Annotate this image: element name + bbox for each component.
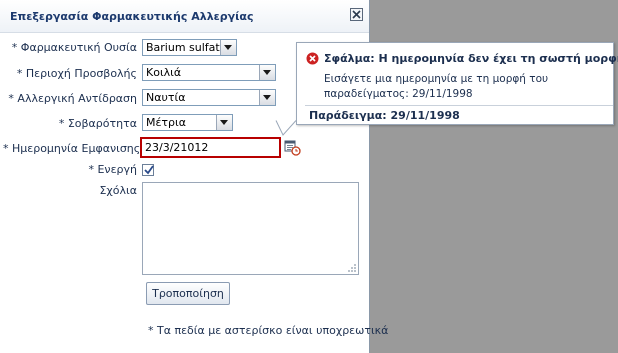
dialog-title: Επεξεργασία Φαρμακευτικής Αλλεργίας <box>10 10 254 23</box>
chevron-down-icon <box>263 70 271 75</box>
error-example: Παράδειγμα: 29/11/1998 <box>309 109 460 122</box>
chevron-down-icon <box>224 45 232 50</box>
error-message: Εισάγετε μια ημερομηνία με τη μορφή του … <box>324 73 549 100</box>
area-label: * Περιοχή Προσβολής <box>16 67 137 80</box>
error-icon <box>306 52 319 65</box>
comments-textarea[interactable] <box>142 182 359 275</box>
severity-value: Μέτρια <box>146 116 187 129</box>
close-icon <box>352 10 361 19</box>
onset-date-value: 23/3/21012 <box>145 141 209 154</box>
dialog-header: Επεξεργασία Φαρμακευτικής Αλλεργίας <box>0 0 369 33</box>
close-button[interactable] <box>350 8 363 21</box>
severity-label: * Σοβαρότητα <box>58 117 137 130</box>
calendar-clock-icon <box>284 140 301 156</box>
popup-pointer <box>275 120 297 136</box>
checkmark-icon <box>144 165 154 175</box>
chevron-down-icon <box>220 120 228 125</box>
modify-button[interactable]: Τροποποίηση <box>146 282 230 305</box>
reaction-label: * Αλλεργική Αντίδραση <box>8 92 137 105</box>
chevron-down-icon <box>263 95 271 100</box>
resize-grip-icon[interactable] <box>347 263 356 272</box>
area-select[interactable]: Κοιλιά <box>142 64 276 81</box>
substance-label: * Φαρμακευτική Ουσία <box>11 41 137 54</box>
active-label: * Ενεργή <box>88 163 137 176</box>
substance-dropdown-button[interactable] <box>220 40 236 55</box>
reaction-dropdown-button[interactable] <box>259 90 275 105</box>
comments-label: Σχόλια <box>99 184 137 197</box>
active-checkbox[interactable] <box>142 164 154 176</box>
area-dropdown-button[interactable] <box>259 65 275 80</box>
substance-select[interactable]: Barium sulfate <box>142 39 237 56</box>
divider <box>305 105 613 106</box>
reaction-value: Ναυτία <box>146 91 186 104</box>
required-fields-note: * Τα πεδία με αστερίσκο είναι υποχρεωτικ… <box>148 324 389 337</box>
onset-date-label: * Ημερομηνία Εμφανισης <box>3 142 141 155</box>
error-title: Σφάλμα: Η ημερομηνία δεν έχει τη σωστή μ… <box>324 52 618 65</box>
severity-select[interactable]: Μέτρια <box>142 114 233 131</box>
severity-dropdown-button[interactable] <box>216 115 232 130</box>
substance-value: Barium sulfate <box>146 41 227 54</box>
reaction-select[interactable]: Ναυτία <box>142 89 276 106</box>
date-error-popup: Σφάλμα: Η ημερομηνία δεν έχει τη σωστή μ… <box>296 42 618 125</box>
area-value: Κοιλιά <box>146 66 182 79</box>
date-picker-button[interactable] <box>284 139 301 156</box>
onset-date-input[interactable]: 23/3/21012 <box>140 137 281 158</box>
